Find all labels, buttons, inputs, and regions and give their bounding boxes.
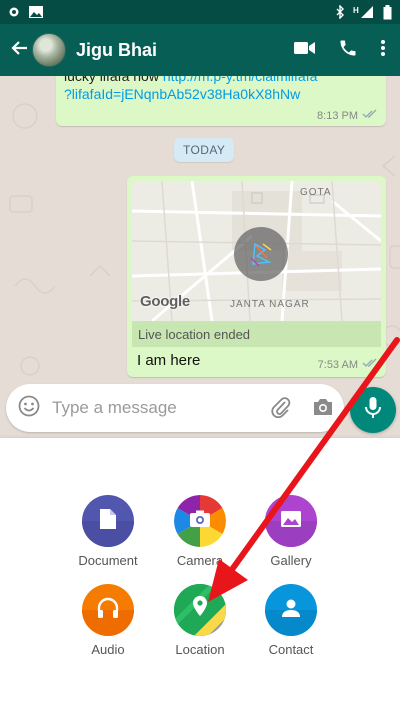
map-avatar-pin [234,227,288,281]
location-pin-icon [192,595,208,622]
attachment-menu: Document Camera Gallery Audio Location C… [0,438,400,711]
back-button[interactable] [8,30,30,70]
attach-label: Document [78,553,138,568]
location-caption: I am here [137,352,201,369]
document-circle[interactable] [82,495,134,547]
message-composer [6,384,344,432]
image-icon [28,5,44,19]
double-check-icon [362,109,378,122]
live-location-bubble[interactable]: GOTA JANTA NAGAR Google Live location en… [127,176,386,377]
double-check-icon [362,358,378,371]
camera-icon [312,397,334,422]
contact-name[interactable]: Jigu Bhai [76,40,294,61]
status-bar: H [0,0,400,24]
bluetooth-icon [335,5,345,19]
attach-label: Contact [268,642,314,657]
message-meta: 7:53 AM [318,358,378,371]
map-label-gota: GOTA [300,187,332,198]
message-text: lucky lifafa now [64,76,163,84]
message-time: 8:13 PM [317,109,358,122]
attach-location-button[interactable]: Location [154,584,246,657]
message-link-line1: lucky lifafa now http://m.p-y.tm/claimli… [64,76,317,84]
contact-icon [281,598,301,623]
phone-icon[interactable] [338,38,358,63]
gallery-circle[interactable] [265,495,317,547]
attach-audio-button[interactable]: Audio [62,584,154,657]
attach-gallery-button[interactable]: Gallery [245,495,337,568]
contact-circle[interactable] [265,584,317,636]
camera-icon [189,510,211,533]
message-link[interactable]: http://m.p-y.tm/claimlifafa [163,76,318,84]
attach-label: Camera [176,553,224,568]
notification-dot-icon [8,6,20,18]
message-input[interactable] [52,398,252,418]
attach-label: Location [175,642,225,657]
battery-icon [383,4,392,20]
attach-label: Gallery [270,553,312,568]
paperclip-icon [271,396,291,423]
date-separator: TODAY [174,138,235,162]
profile-logo-icon [250,242,272,267]
message-bubble-link[interactable]: lucky lifafa now http://m.p-y.tm/claimli… [56,76,386,126]
map-thumbnail[interactable]: GOTA JANTA NAGAR Google [132,181,381,321]
message-time: 7:53 AM [317,358,358,371]
more-vert-icon[interactable] [380,39,386,62]
document-icon [99,508,117,535]
attach-document-button[interactable]: Document [62,495,154,568]
attach-button[interactable] [268,396,294,422]
chat-header: Jigu Bhai [0,24,400,76]
camera-button[interactable] [310,396,336,422]
emoji-button[interactable] [16,395,42,421]
message-meta: 8:13 PM [317,109,378,122]
back-arrow-icon [10,40,28,61]
location-circle[interactable] [174,584,226,636]
voice-record-button[interactable] [350,387,396,433]
audio-circle[interactable] [82,584,134,636]
attach-camera-button[interactable]: Camera [154,495,246,568]
google-logo: Google [140,293,190,310]
svg-text:H: H [353,6,359,15]
microphone-icon [364,396,382,425]
avatar[interactable] [32,33,66,67]
headphones-icon [96,597,120,624]
gallery-icon [280,510,302,533]
signal-h-icon: H [353,5,375,19]
video-call-icon[interactable] [294,40,316,61]
emoji-icon [18,395,40,422]
attach-contact-button[interactable]: Contact [245,584,337,657]
message-link-line2[interactable]: ?lifafaId=jENqnbAb52v38Ha0kX8hNw [64,86,300,102]
map-label-janta-nagar: JANTA NAGAR [230,299,310,310]
camera-circle[interactable] [174,495,226,547]
live-location-status: Live location ended [132,321,381,347]
attach-label: Audio [91,642,125,657]
